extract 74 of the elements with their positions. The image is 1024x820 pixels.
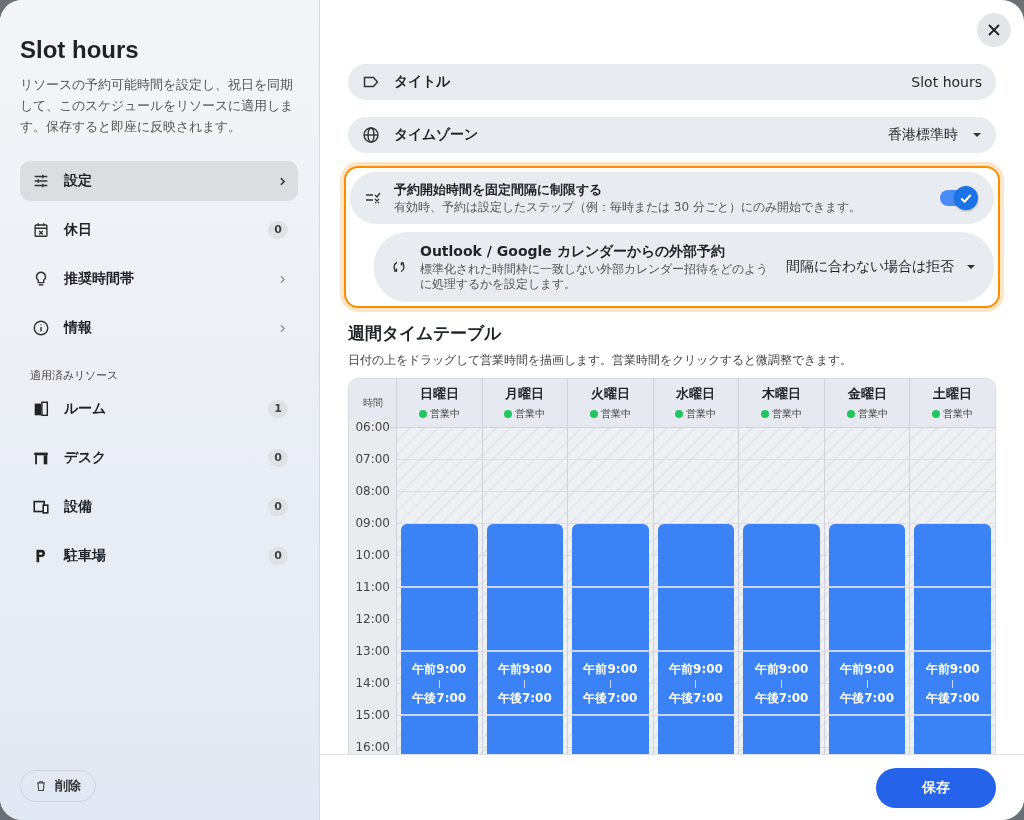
status-label: 営業中 [515,407,546,421]
setting-label: 予約開始時間を固定間隔に制限する [394,181,603,199]
nav-item[interactable]: 設定 [20,161,298,201]
calendar-x-icon [32,221,50,239]
status-label: 営業中 [772,407,803,421]
setting-label: Outlook / Google カレンダーからの外部予約 [420,242,726,261]
status-label: 営業中 [429,407,460,421]
caret-icon [966,264,976,270]
start-time: 午前9:00 [412,661,467,678]
resource-item[interactable]: 設備 0 [20,487,298,527]
start-time: 午前9:00 [497,661,552,678]
setting-description: 有効時、予約は設定したステップ（例：毎時または 30 分ごと）にのみ開始できます。 [394,200,862,215]
status-label: 営業中 [943,407,974,421]
timezone-dropdown[interactable]: タイムゾーン 香港標準時 [348,117,996,153]
status-label: 営業中 [600,407,631,421]
start-time: 午前9:00 [669,661,723,678]
end-time: 午後7:00 [497,690,552,707]
hours-block[interactable]: 午前9:00 午後7:00 [572,524,649,754]
sliders-icon [32,172,50,190]
day-name: 火曜日 [590,385,630,403]
nav-item[interactable]: 推奨時間帯 [20,259,298,299]
time-column-header: 時間 [361,396,384,410]
section-description: 日付の上をドラッグして営業時間を描画します。営業時間をクリックすると微調整できます。 [348,353,853,368]
door-icon [32,400,50,418]
status-label: 営業中 [686,407,717,421]
caret-icon [972,132,982,138]
end-time: 午後7:00 [412,690,467,707]
start-time: 午前9:00 [925,661,980,678]
resource-item[interactable]: ルーム 1 [20,389,298,429]
count-badge: 0 [268,449,288,467]
start-time: 午前9:00 [583,661,638,678]
end-time: 午後7:00 [669,690,723,707]
count-badge: 0 [268,498,288,516]
close-icon [987,23,1001,37]
day-name: 日曜日 [419,385,459,403]
count-badge: 1 [268,400,288,418]
globe-icon [362,126,380,144]
section-title: 週間タイムテーブル [348,322,503,345]
trash-icon [35,780,47,792]
count-badge: 0 [268,547,288,565]
resource-item[interactable]: 駐車場 0 [20,536,298,576]
policy-dropdown[interactable]: 間隔に合わない場合は拒否 [786,258,976,276]
hours-block[interactable]: 午前9:00 午後7:00 [486,524,564,754]
day-name: 土曜日 [933,385,973,403]
start-time: 午前9:00 [754,661,809,678]
status-label: 営業中 [857,407,888,421]
day-name: 木曜日 [762,385,802,403]
devices-icon [32,498,50,516]
hours-block[interactable]: 午前9:00 午後7:00 [657,524,735,754]
time-label: 06:00 [349,420,390,434]
hours-block[interactable]: 午前9:00 午後7:00 [914,524,991,754]
end-time: 午後7:00 [925,690,980,707]
title-field[interactable]: タイトル Slot hours [348,64,996,100]
day-name: 金曜日 [847,385,887,403]
count-badge: 0 [268,221,288,239]
close-button[interactable] [977,13,1011,47]
info-icon [32,319,50,337]
setting-description: 標準化された時間枠に一致しない外部カレンダー招待をどのように処理するかを設定します。 [420,261,769,292]
day-name: 水曜日 [676,385,716,403]
nav-item[interactable]: 休日 0 [20,210,298,250]
save-button[interactable]: 保存 [876,767,996,808]
hours-block[interactable]: 午前9:00 午後7:00 [828,524,906,754]
nav-item[interactable]: 情報 [20,308,298,348]
start-time: 午前9:00 [840,661,895,678]
end-time: 午後7:00 [754,690,809,707]
panel-description: リソースの予約可能時間を設定し、祝日を同期して、このスケジュールをリソースに適用します。保存すると即座に反映されます。 [20,76,294,136]
panel-title: Slot hours [20,36,140,64]
hours-block[interactable]: 午前9:00 午後7:00 [401,524,478,754]
day-name: 月曜日 [505,385,545,403]
resource-item[interactable]: デスク 0 [20,438,298,478]
section-heading: 適用済みリソース [30,368,119,383]
end-time: 午後7:00 [583,690,638,707]
hours-block[interactable]: 午前9:00 午後7:00 [743,524,820,754]
end-time: 午後7:00 [840,690,895,707]
